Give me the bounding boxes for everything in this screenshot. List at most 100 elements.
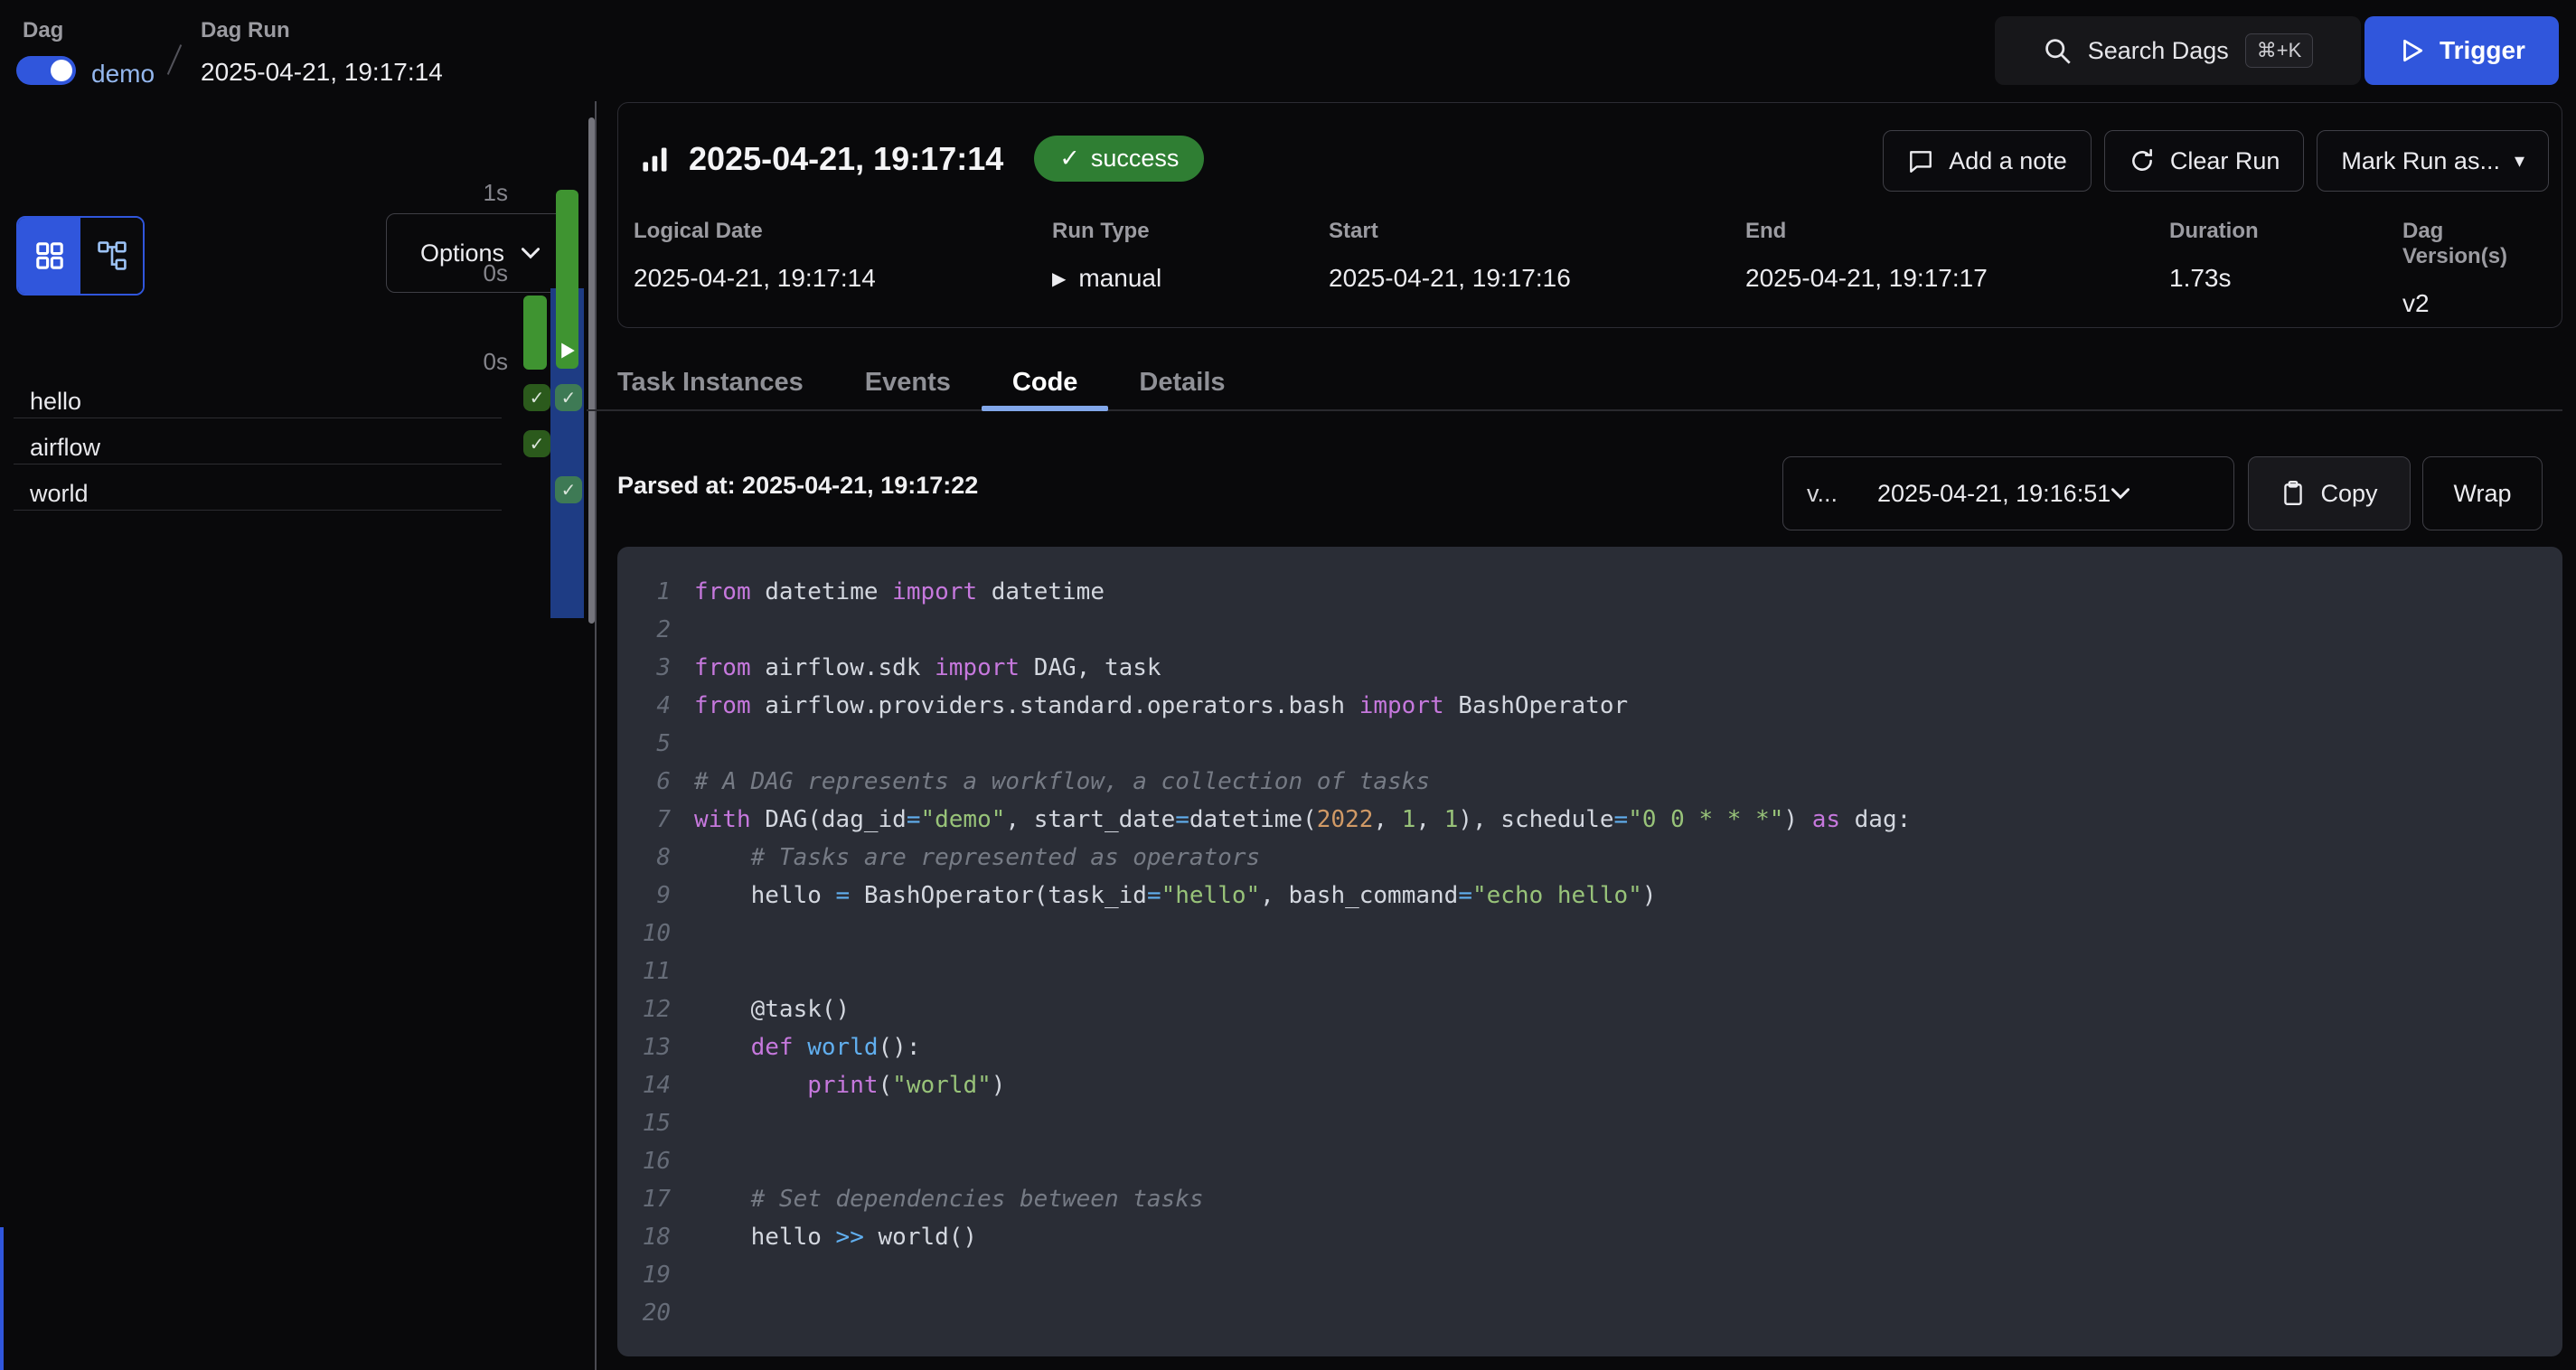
line-number: 6: [621, 768, 671, 795]
line-number: 10: [621, 920, 671, 947]
search-icon: [2043, 36, 2072, 65]
wrap-button[interactable]: Wrap: [2422, 456, 2543, 530]
line-number: 7: [621, 806, 671, 833]
code-line-19: 19: [617, 1256, 2562, 1294]
dag-name-link[interactable]: demo: [91, 60, 155, 89]
code-line-9: 9 hello = BashOperator(task_id="hello", …: [617, 877, 2562, 915]
graph-view-button[interactable]: [80, 218, 143, 294]
mark-run-as-button[interactable]: Mark Run as... ▾: [2317, 130, 2549, 192]
note-icon: [1907, 147, 1934, 174]
clipboard-icon: [2280, 480, 2306, 507]
code-line-10: 10: [617, 915, 2562, 952]
bar-chart-icon: [640, 144, 671, 174]
line-number: 4: [621, 692, 671, 719]
meta-value: 1.73s: [2169, 264, 2402, 293]
caret-down-icon: ▾: [2515, 149, 2524, 173]
dag-pause-toggle[interactable]: [16, 56, 76, 85]
task-status-hello-selected[interactable]: ✓: [555, 384, 582, 411]
code-line-20: 20: [617, 1294, 2562, 1332]
dag-breadcrumb-label: Dag: [23, 18, 63, 43]
run-header-card: 2025-04-21, 19:17:14 ✓ success Add a not…: [617, 102, 2562, 328]
refresh-icon: [2129, 147, 2156, 174]
graph-icon: [96, 239, 128, 272]
task-item-airflow[interactable]: airflow: [30, 434, 100, 462]
meta-run-type: Run Type▶manual: [1052, 219, 1329, 318]
chevron-down-icon: [2111, 487, 2130, 500]
grid-view-button[interactable]: [18, 218, 80, 294]
meta-label: Logical Date: [634, 219, 1052, 244]
chevron-down-icon: [521, 247, 541, 259]
meta-label: Start: [1329, 219, 1745, 244]
tab-code[interactable]: Code: [982, 360, 1109, 409]
task-status-hello-prev[interactable]: ✓: [523, 384, 550, 411]
run-meta: Logical Date 2025-04-21, 19:17:14Run Type…: [634, 219, 2548, 318]
tab-details[interactable]: Details: [1108, 360, 1255, 409]
breadcrumb-divider: [167, 44, 182, 75]
task-row-divider: [14, 510, 502, 511]
run-status-label: success: [1091, 145, 1180, 173]
meta-value: 2025-04-21, 19:17:17: [1745, 264, 2169, 293]
line-number: 3: [621, 654, 671, 681]
code-line-6: 6# A DAG represents a workflow, a collec…: [617, 763, 2562, 801]
line-number: 13: [621, 1034, 671, 1061]
toggle-knob: [51, 60, 72, 81]
axis-tick: 0s: [452, 348, 508, 376]
code-line-14: 14 print("world"): [617, 1066, 2562, 1104]
code-block: 1from datetime import datetime23from air…: [617, 547, 2562, 1356]
meta-end: End 2025-04-21, 19:17:17: [1745, 219, 2169, 318]
trigger-button[interactable]: Trigger: [2364, 16, 2559, 85]
selected-run-duration-bar[interactable]: [556, 190, 578, 369]
code-lines: 1from datetime import datetime23from air…: [617, 573, 2562, 1332]
code-line-17: 17 # Set dependencies between tasks: [617, 1180, 2562, 1218]
search-dags-button[interactable]: Search Dags ⌘+K: [1995, 16, 2361, 85]
manual-run-play-icon: [560, 342, 576, 360]
grid-icon: [33, 239, 66, 272]
code-line-5: 5: [617, 725, 2562, 763]
meta-dag-version-s: Dag Version(s)v2: [2402, 219, 2548, 318]
dag-version-select[interactable]: v... 2025-04-21, 19:16:51: [1782, 456, 2234, 530]
line-number: 8: [621, 844, 671, 871]
tabs: Task InstancesEventsCodeDetails: [587, 360, 2562, 411]
meta-label: Dag Version(s): [2402, 219, 2548, 269]
play-icon: ▶: [1052, 267, 1066, 290]
line-number: 9: [621, 882, 671, 909]
meta-label: End: [1745, 219, 2169, 244]
parsed-at-text: Parsed at: 2025-04-21, 19:17:22: [617, 472, 978, 500]
previous-run-duration-bar[interactable]: [523, 296, 547, 370]
meta-start: Start 2025-04-21, 19:17:16: [1329, 219, 1745, 318]
meta-duration: Duration1.73s: [2169, 219, 2402, 318]
meta-value: 2025-04-21, 19:17:14: [634, 264, 1052, 293]
line-number: 15: [621, 1110, 671, 1137]
search-shortcut-kbd: ⌘+K: [2245, 33, 2314, 68]
run-actions: Add a note Clear Run Mark Run as... ▾: [1883, 130, 2549, 192]
run-status-badge: ✓ success: [1034, 136, 1204, 182]
app-root: Dag demo Dag Run 2025-04-21, 19:17:14 Se…: [0, 0, 2576, 1370]
play-outline-icon: [2398, 37, 2425, 64]
version-value: 2025-04-21, 19:16:51: [1877, 480, 2111, 508]
code-line-1: 1from datetime import datetime: [617, 573, 2562, 611]
copy-button[interactable]: Copy: [2248, 456, 2411, 530]
add-note-button[interactable]: Add a note: [1883, 130, 2092, 192]
panel-edge-indicator: [0, 1227, 4, 1370]
clear-run-button[interactable]: Clear Run: [2104, 130, 2305, 192]
task-item-world[interactable]: world: [30, 480, 89, 508]
code-line-11: 11: [617, 952, 2562, 990]
line-number: 16: [621, 1148, 671, 1175]
run-title: 2025-04-21, 19:17:14: [689, 140, 1003, 178]
task-status-airflow-prev[interactable]: ✓: [523, 430, 550, 457]
code-line-2: 2: [617, 611, 2562, 649]
tab-events[interactable]: Events: [834, 360, 982, 409]
check-icon: ✓: [1059, 145, 1080, 173]
task-item-hello[interactable]: hello: [30, 388, 81, 416]
grid-panel: Options 1s0s0s helloairflowworld ✓✓✓✓: [0, 101, 595, 1370]
line-number: 17: [621, 1186, 671, 1213]
tab-task-instances[interactable]: Task Instances: [587, 360, 834, 409]
run-title-row: 2025-04-21, 19:17:14 ✓ success: [640, 136, 1204, 182]
code-line-12: 12 @task(): [617, 990, 2562, 1028]
code-line-13: 13 def world():: [617, 1028, 2562, 1066]
meta-value: ▶manual: [1052, 264, 1329, 293]
trigger-label: Trigger: [2440, 36, 2525, 65]
meta-value: 2025-04-21, 19:17:16: [1329, 264, 1745, 293]
topbar: Dag demo Dag Run 2025-04-21, 19:17:14 Se…: [0, 0, 2576, 101]
task-status-world-selected[interactable]: ✓: [555, 476, 582, 503]
